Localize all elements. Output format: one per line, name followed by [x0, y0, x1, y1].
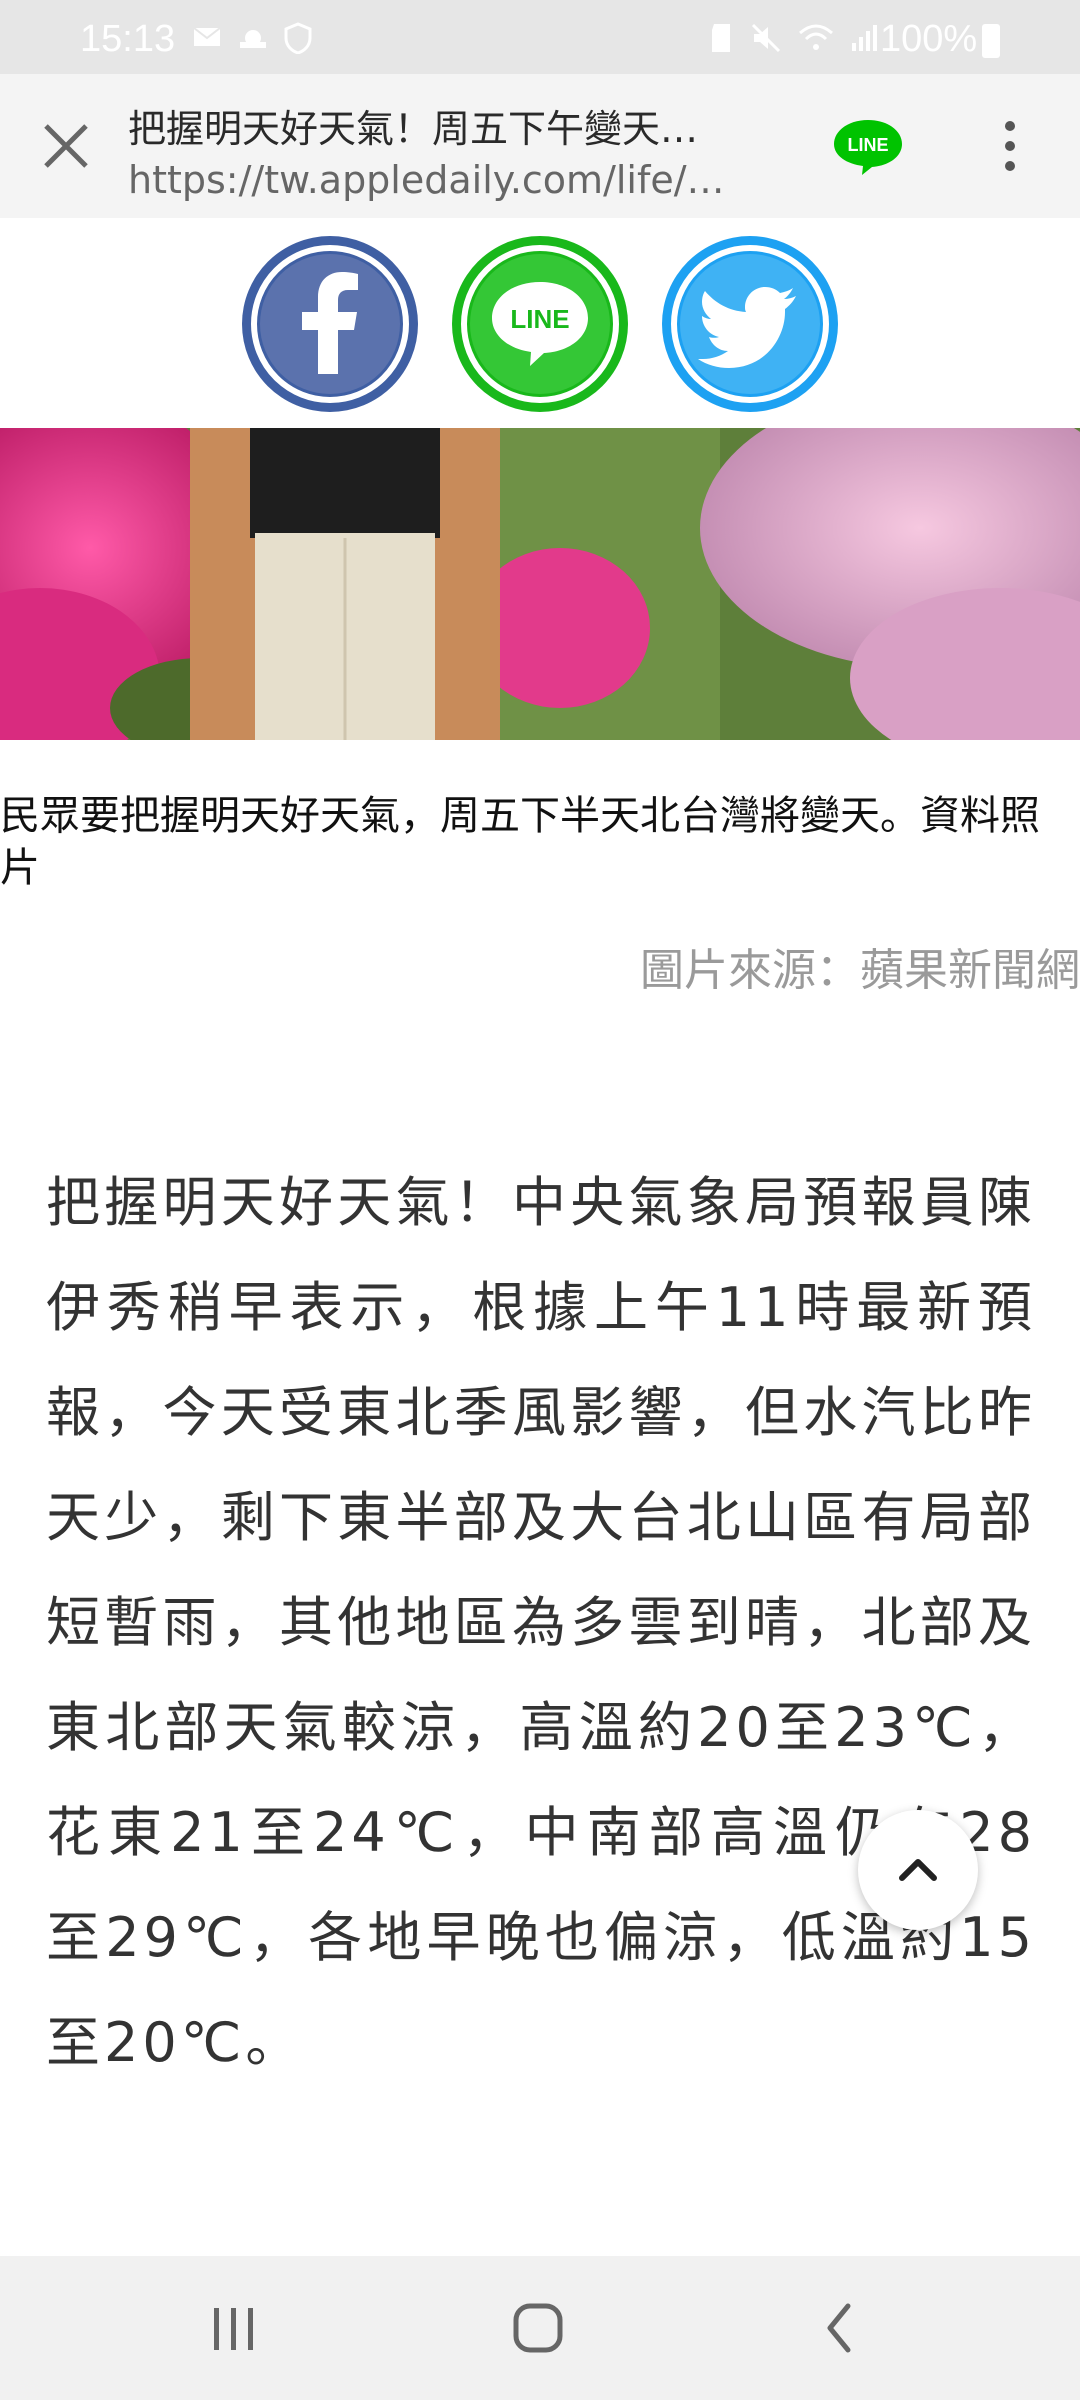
- more-vertical-icon[interactable]: [990, 114, 1030, 178]
- wifi-icon: [799, 24, 833, 50]
- weather-icon: [240, 30, 266, 48]
- browser-header: 把握明天好天氣！周五下午變天… https://tw.appledaily.co…: [0, 74, 1080, 219]
- battery-percent: 100%: [880, 18, 978, 60]
- facebook-share-button[interactable]: [240, 234, 420, 414]
- mail-icon: [193, 27, 221, 46]
- status-left-icons: [192, 22, 312, 54]
- home-icon[interactable]: [510, 2300, 566, 2356]
- svg-text:LINE: LINE: [510, 304, 569, 334]
- mute-icon: [751, 23, 781, 53]
- sd-card-icon: [712, 24, 730, 52]
- recent-apps-icon[interactable]: [206, 2304, 262, 2354]
- shield-icon: [284, 22, 312, 54]
- back-icon[interactable]: [820, 2300, 860, 2356]
- scroll-top-button[interactable]: [858, 1810, 978, 1930]
- article-body: 把握明天好天氣！中央氣象局預報員陳伊秀稍早表示，根據上午11時最新預報，今天受東…: [46, 1171, 1036, 2074]
- signal-icon: [852, 25, 877, 51]
- line-share-button[interactable]: LINE: [450, 234, 630, 414]
- twitter-share-button[interactable]: [660, 234, 840, 414]
- page-title: 把握明天好天氣！周五下午變天…: [128, 107, 699, 151]
- line-logo-text: LINE: [847, 135, 888, 155]
- status-right-icons: [708, 22, 880, 54]
- article-photo: [0, 428, 1080, 740]
- share-row: LINE: [0, 218, 1080, 428]
- status-time: 15:13: [80, 18, 176, 60]
- battery-icon: [982, 24, 1000, 58]
- line-logo-icon[interactable]: LINE: [832, 116, 904, 176]
- photo-caption: 民眾要把握明天好天氣，周五下半天北台灣將變天。資料照片: [0, 793, 1040, 891]
- page-url[interactable]: https://tw.appledaily.com/life/…: [128, 158, 788, 202]
- status-bar: 15:13 100%: [0, 0, 1080, 74]
- photo-illustration: [0, 428, 1080, 740]
- system-nav-bar: [0, 2256, 1080, 2400]
- chevron-up-icon: [899, 1859, 937, 1881]
- photo-credit: 圖片來源：蘋果新聞網: [640, 945, 1080, 996]
- close-icon[interactable]: [38, 118, 94, 174]
